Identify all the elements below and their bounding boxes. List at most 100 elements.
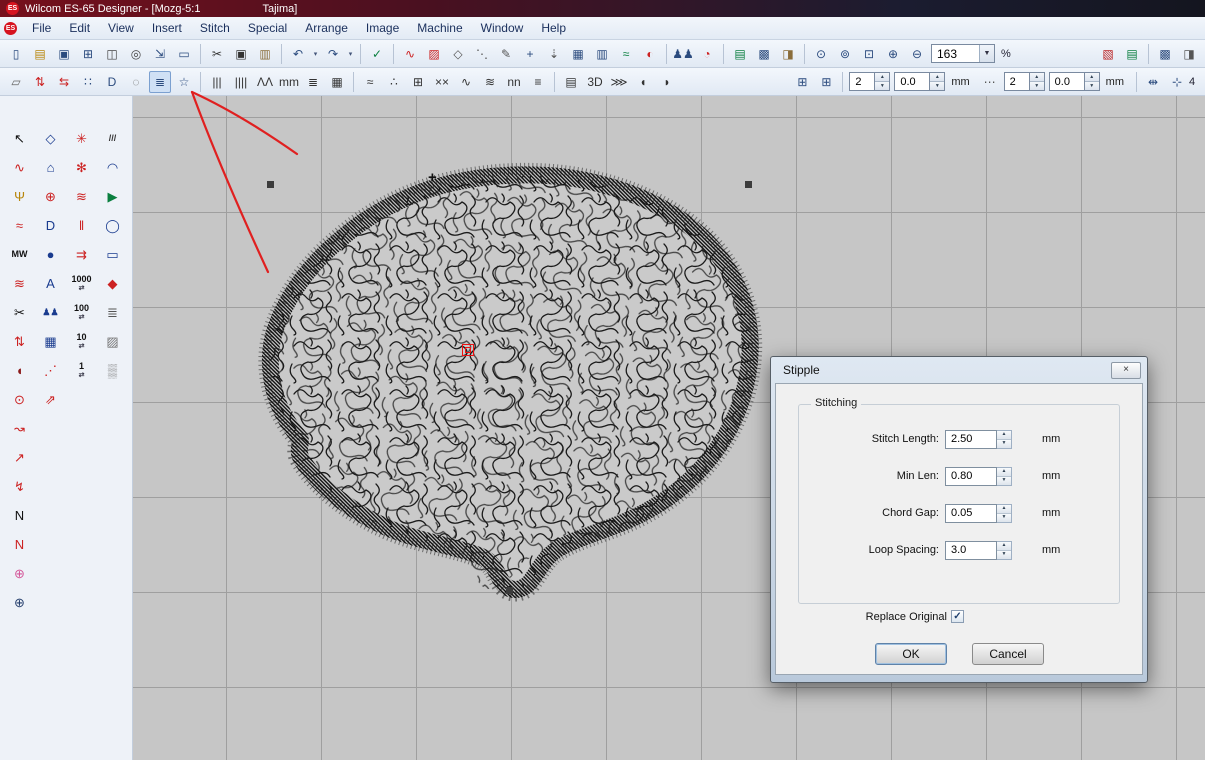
loop-spacing-input[interactable]: 3.0: [945, 541, 997, 560]
menu-window[interactable]: Window: [472, 19, 533, 37]
rectangle-tool[interactable]: ▭: [97, 240, 128, 269]
center-design-icon[interactable]: ⊹: [1166, 71, 1188, 93]
wave-effect-icon[interactable]: ≈: [615, 43, 637, 65]
zigzag-digitize-tool[interactable]: MW: [4, 240, 35, 269]
freehand-select-tool[interactable]: ∿: [4, 153, 35, 182]
grid-spacing-stepper[interactable]: 2 ▲▼: [849, 72, 890, 91]
fractional-spacing-icon[interactable]: ∷: [77, 71, 99, 93]
cut-icon[interactable]: ✂: [206, 43, 228, 65]
new-design-icon[interactable]: ▯: [5, 43, 27, 65]
single-stitch-icon[interactable]: ⇣: [543, 43, 565, 65]
penetration-points-tool[interactable]: ⋰: [35, 356, 66, 385]
redo-history-dropdown[interactable]: ▾: [345, 43, 356, 65]
auto-digitizer-icon[interactable]: +: [519, 43, 541, 65]
zoom-1to1-icon[interactable]: ⊚: [834, 43, 856, 65]
star-fill-icon[interactable]: ☆: [173, 71, 195, 93]
print-icon[interactable]: ◫: [101, 43, 123, 65]
entry-point-tool[interactable]: ⊕: [4, 559, 35, 588]
selection-handle-bottom-middle[interactable]: [506, 587, 513, 594]
chord-gap-spinner[interactable]: ▲▼: [997, 504, 1012, 523]
team-names-tool[interactable]: ♟♟: [35, 298, 66, 327]
min-len-spinner[interactable]: ▲▼: [997, 467, 1012, 486]
column-digitize-tool[interactable]: D: [35, 211, 66, 240]
tatami-digitize-tool[interactable]: ≋: [4, 269, 35, 298]
nudge-spacing-stepper[interactable]: 2 ▲▼: [1004, 72, 1045, 91]
dialog-close-button[interactable]: ×: [1111, 362, 1141, 379]
stretch-lettering-tool[interactable]: ⇅: [4, 327, 35, 356]
my-threads-icon[interactable]: ▤: [729, 43, 751, 65]
show-grid-icon[interactable]: ⊞: [815, 71, 837, 93]
min-len-input[interactable]: 0.80: [945, 467, 997, 486]
fancy-fill-icon[interactable]: ⋙: [608, 71, 630, 93]
arc-shape-tool[interactable]: ◠: [97, 153, 128, 182]
globe-view-tool[interactable]: ●: [35, 240, 66, 269]
offset-options-icon[interactable]: ⋯: [979, 71, 1001, 93]
undo-icon[interactable]: ↶: [287, 43, 309, 65]
background-color-icon[interactable]: ◨: [777, 43, 799, 65]
summary-info-icon[interactable]: ▤: [1121, 43, 1143, 65]
menu-file[interactable]: File: [23, 19, 60, 37]
save-design-icon[interactable]: ▣: [53, 43, 75, 65]
freehand-draw-icon[interactable]: ✎: [495, 43, 517, 65]
redo-icon[interactable]: ↷: [322, 43, 344, 65]
stipple-dialog-titlebar[interactable]: Stipple ×: [775, 357, 1143, 383]
travel-100-stitches[interactable]: 100⇄: [66, 298, 97, 327]
team-names-icon[interactable]: ♟♟: [672, 43, 694, 65]
reshape-object-tool[interactable]: ◇: [35, 124, 66, 153]
contour-fill-icon[interactable]: ≋: [479, 71, 501, 93]
overview-window-icon[interactable]: ▩: [1154, 43, 1176, 65]
triple-run-type-icon[interactable]: ||||: [230, 71, 252, 93]
branching-tool[interactable]: Ψ: [4, 182, 35, 211]
nudge-offset-stepper[interactable]: 0.0 ▲▼: [1049, 72, 1100, 91]
flag-marker-tool[interactable]: ▶: [97, 182, 128, 211]
replace-original-checkbox[interactable]: ✓: [951, 610, 964, 623]
move-design-icon[interactable]: ⇹: [1142, 71, 1164, 93]
run-digitize-tool[interactable]: ≈: [4, 211, 35, 240]
color-wheel-tool[interactable]: ⊕: [35, 182, 66, 211]
travel-1000-stitches[interactable]: 1000⇄: [66, 269, 97, 298]
step-fill-icon[interactable]: ∴: [383, 71, 405, 93]
color-palette-icon[interactable]: ◔: [696, 43, 718, 65]
string-art-icon[interactable]: ≡: [527, 71, 549, 93]
menu-arrange[interactable]: Arrange: [296, 19, 357, 37]
color-blend-icon[interactable]: ◐: [639, 43, 661, 65]
insert-design-icon[interactable]: ⊞: [77, 43, 99, 65]
select-object-tool[interactable]: ↖: [4, 124, 35, 153]
pin-stitch-tool[interactable]: ‖: [66, 211, 97, 240]
stipple-fill-type-icon[interactable]: ∿: [455, 71, 477, 93]
morph-left-icon[interactable]: ◖: [632, 71, 654, 93]
stipple-effect-icon[interactable]: ≣: [149, 71, 171, 93]
sculpture-run-icon[interactable]: ΛΛ: [254, 71, 276, 93]
zigzag-red-connector-tool[interactable]: N: [4, 530, 35, 559]
stitch-length-input[interactable]: 2.50: [945, 430, 997, 449]
menu-special[interactable]: Special: [239, 19, 296, 37]
satin-stitch-icon[interactable]: ≣: [302, 71, 324, 93]
morph-right-icon[interactable]: ◗: [656, 71, 678, 93]
design-properties-icon[interactable]: ▧: [1097, 43, 1119, 65]
pattern-stamp-tool[interactable]: ▨: [97, 327, 128, 356]
menu-machine[interactable]: Machine: [408, 19, 471, 37]
ladder-stitch-tool[interactable]: ≣: [97, 298, 128, 327]
ellipse-tool[interactable]: ◯: [97, 211, 128, 240]
outline-stitch-icon[interactable]: ∿: [399, 43, 421, 65]
curved-stitch-tool[interactable]: ⇗: [35, 385, 66, 414]
machine-hoop-tool[interactable]: ▦: [35, 327, 66, 356]
menu-insert[interactable]: Insert: [143, 19, 191, 37]
export-machine-file-icon[interactable]: ⇲: [149, 43, 171, 65]
auto-split-icon[interactable]: D: [101, 71, 123, 93]
selection-handle-top-right[interactable]: [745, 181, 752, 188]
lettering-rotate-tool[interactable]: ✳: [66, 124, 97, 153]
open-object-icon[interactable]: ◇: [447, 43, 469, 65]
grid-offset-spinner[interactable]: ▲▼: [930, 72, 945, 91]
loop-spacing-spinner[interactable]: ▲▼: [997, 541, 1012, 560]
stitch-list-tool[interactable]: ≋: [66, 182, 97, 211]
zoom-in-icon[interactable]: ⊕: [882, 43, 904, 65]
pull-compensation-icon[interactable]: ⇆: [53, 71, 75, 93]
motif-run-icon[interactable]: mm: [278, 71, 300, 93]
column-shape-icon[interactable]: ▥: [591, 43, 613, 65]
backstitch-tool[interactable]: ↗: [4, 443, 35, 472]
menu-help[interactable]: Help: [532, 19, 575, 37]
zoom-level-combobox[interactable]: 163 ▼: [931, 44, 995, 63]
grid-offset-stepper[interactable]: 0.0 ▲▼: [894, 72, 945, 91]
zoom-out-icon[interactable]: ⊖: [906, 43, 928, 65]
